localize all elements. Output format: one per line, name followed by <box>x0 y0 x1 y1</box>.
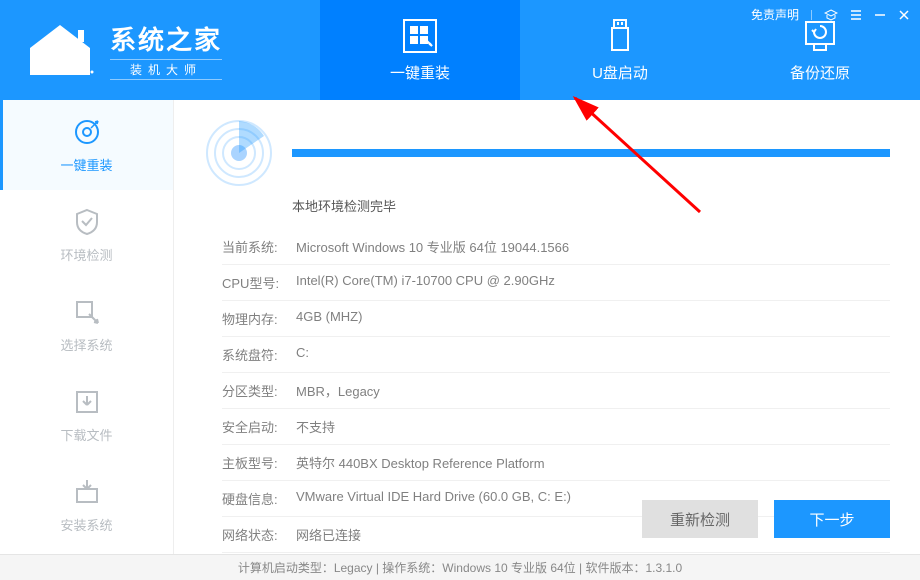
info-value: 网络已连接 <box>296 525 361 544</box>
progress-fill <box>292 149 890 157</box>
tab-usb-label: U盘启动 <box>592 62 648 83</box>
info-value: 4GB (MHZ) <box>296 309 362 328</box>
header: 系统之家 装机大师 一键重装 U盘启动 备份还原 免责声明 <box>0 0 920 100</box>
sidebar-label: 下载文件 <box>60 425 112 444</box>
info-value: Intel(R) Core(TM) i7-10700 CPU @ 2.90GHz <box>296 273 555 292</box>
radar-icon <box>204 118 274 188</box>
info-label: 硬盘信息: <box>222 489 296 508</box>
sidebar: 一键重装 环境检测 选择系统 下载文件 安装系统 <box>0 100 174 554</box>
graduate-icon[interactable] <box>824 9 838 21</box>
sidebar-item-select-sys[interactable]: 选择系统 <box>0 280 173 370</box>
action-buttons: 重新检测 下一步 <box>642 500 890 538</box>
tab-usb-boot[interactable]: U盘启动 <box>520 0 720 100</box>
info-label: 网络状态: <box>222 525 296 544</box>
app-subtitle: 装机大师 <box>110 59 222 80</box>
statusbar: 计算机启动类型：Legacy | 操作系统：Windows 10 专业版 64位… <box>0 554 920 580</box>
progress-bar <box>292 149 890 157</box>
info-row: 物理内存:4GB (MHZ) <box>222 301 890 337</box>
sidebar-label: 选择系统 <box>60 335 112 354</box>
sidebar-item-install[interactable]: 安装系统 <box>0 460 173 550</box>
info-value: C: <box>296 345 309 364</box>
info-value: 英特尔 440BX Desktop Reference Platform <box>296 453 545 472</box>
info-label: 系统盘符: <box>222 345 296 364</box>
app-title: 系统之家 <box>110 20 222 57</box>
tab-backup-label: 备份还原 <box>790 62 850 83</box>
sidebar-label: 安装系统 <box>60 515 112 534</box>
info-row: CPU型号:Intel(R) Core(TM) i7-10700 CPU @ 2… <box>222 265 890 301</box>
usb-icon <box>602 18 638 54</box>
info-label: 当前系统: <box>222 237 296 256</box>
scan-row <box>204 118 890 188</box>
minimize-button[interactable] <box>874 9 886 21</box>
scan-status: 本地环境检测完毕 <box>292 196 890 215</box>
sidebar-label: 一键重装 <box>60 155 112 174</box>
close-button[interactable] <box>898 9 910 21</box>
info-label: 主板型号: <box>222 453 296 472</box>
retest-button[interactable]: 重新检测 <box>642 500 758 538</box>
info-value: Microsoft Windows 10 专业版 64位 19044.1566 <box>296 237 569 256</box>
body: 一键重装 环境检测 选择系统 下载文件 安装系统 本地环境检测完毕 <box>0 100 920 554</box>
menu-icon[interactable] <box>850 9 862 21</box>
disclaimer-link[interactable]: 免责声明 <box>751 6 799 23</box>
info-row: 主板型号:英特尔 440BX Desktop Reference Platfor… <box>222 445 890 481</box>
titlebar: 免责声明 <box>751 6 910 23</box>
info-label: 物理内存: <box>222 309 296 328</box>
windows-icon <box>402 18 438 54</box>
info-value: 不支持 <box>296 417 335 436</box>
house-logo-icon <box>20 20 100 80</box>
next-button[interactable]: 下一步 <box>774 500 890 538</box>
info-label: CPU型号: <box>222 273 296 292</box>
info-row: 系统盘符:C: <box>222 337 890 373</box>
info-label: 安全启动: <box>222 417 296 436</box>
info-row: 安全启动:不支持 <box>222 409 890 445</box>
info-row: 当前系统:Microsoft Windows 10 专业版 64位 19044.… <box>222 229 890 265</box>
install-icon <box>72 477 102 507</box>
tab-reinstall[interactable]: 一键重装 <box>320 0 520 100</box>
sidebar-item-download[interactable]: 下载文件 <box>0 370 173 460</box>
info-value: VMware Virtual IDE Hard Drive (60.0 GB, … <box>296 489 571 508</box>
info-row: 分区类型:MBR，Legacy <box>222 373 890 409</box>
sidebar-item-reinstall[interactable]: 一键重装 <box>0 100 173 190</box>
logo-area: 系统之家 装机大师 <box>0 0 320 100</box>
target-icon <box>72 117 102 147</box>
tab-reinstall-label: 一键重装 <box>390 62 450 83</box>
info-value: MBR，Legacy <box>296 381 380 400</box>
statusbar-text: 计算机启动类型：Legacy | 操作系统：Windows 10 专业版 64位… <box>238 559 682 576</box>
select-icon <box>72 297 102 327</box>
sidebar-item-env-check[interactable]: 环境检测 <box>0 190 173 280</box>
info-label: 分区类型: <box>222 381 296 400</box>
main-content: 本地环境检测完毕 当前系统:Microsoft Windows 10 专业版 6… <box>174 100 920 554</box>
shield-icon <box>72 207 102 237</box>
download-icon <box>72 387 102 417</box>
sidebar-label: 环境检测 <box>60 245 112 264</box>
